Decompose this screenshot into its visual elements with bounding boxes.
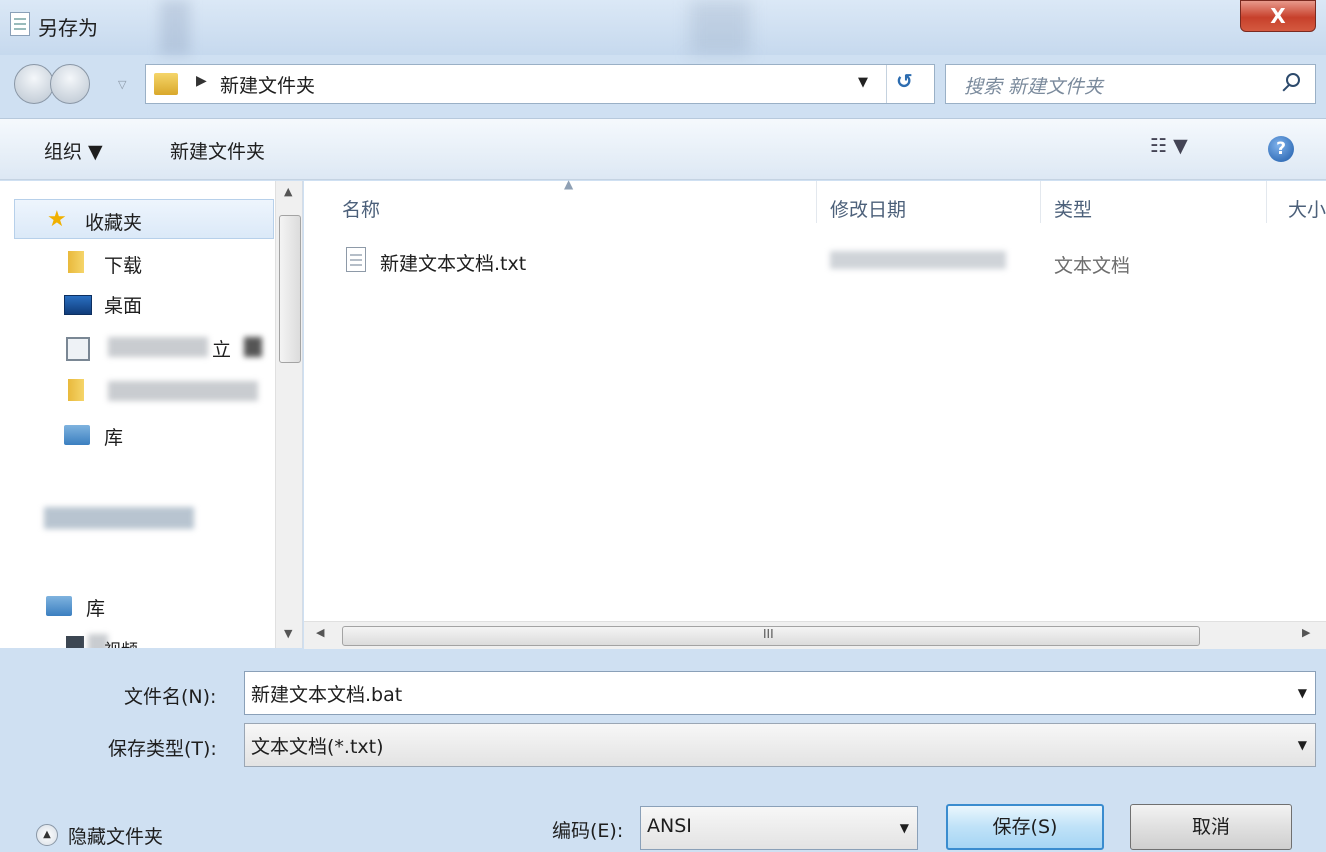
column-header-modified[interactable]: 修改日期: [830, 195, 906, 222]
navigation-pane: ★ 收藏夹 下载 桌面 立 库 库 视频 ▲ ▼: [0, 181, 303, 648]
downloads-folder-icon: [68, 251, 84, 273]
refresh-icon[interactable]: ↺: [896, 69, 913, 93]
sidebar-item-desktop[interactable]: 桌面: [0, 283, 275, 323]
desktop-icon: [64, 295, 92, 315]
horizontal-scrollbar[interactable]: ◀ III ▶: [304, 621, 1326, 649]
sidebar-item-label: 桌面: [104, 295, 143, 317]
scrollbar-thumb[interactable]: [279, 215, 301, 363]
filetype-label: 保存类型(T):: [108, 738, 217, 760]
sidebar-item-label: 视频: [104, 636, 138, 648]
filename-value[interactable]: 新建文本文档.bat: [251, 680, 402, 707]
hide-folders-link[interactable]: 隐藏文件夹: [68, 822, 163, 849]
scrollbar-thumb[interactable]: III: [342, 626, 1200, 646]
sidebar-item-label: 下载: [104, 255, 143, 277]
collapse-up-icon[interactable]: ▲: [36, 824, 58, 846]
search-placeholder: 搜索 新建文件夹: [964, 76, 1104, 98]
text-file-icon: [346, 247, 366, 272]
column-divider[interactable]: [1040, 181, 1041, 223]
help-icon[interactable]: ?: [1268, 136, 1294, 162]
close-button[interactable]: X: [1240, 0, 1316, 32]
file-list: ▲ 名称 修改日期 类型 大小 新建文本文档.txt 文本文档: [304, 177, 1326, 621]
sort-ascending-icon: ▲: [564, 177, 574, 191]
folder-icon: [154, 73, 178, 95]
redacted-item: [44, 505, 194, 531]
filetype-value: 文本文档(*.txt): [251, 736, 384, 758]
redacted-date: [830, 251, 1006, 269]
file-type: 文本文档: [1054, 255, 1131, 277]
scroll-right-icon[interactable]: ▶: [1302, 626, 1310, 639]
forward-button[interactable]: [50, 64, 90, 104]
scroll-down-icon[interactable]: ▼: [284, 627, 292, 640]
sidebar-scrollbar[interactable]: ▲ ▼: [275, 181, 302, 648]
video-icon: [66, 636, 84, 648]
scroll-up-icon[interactable]: ▲: [284, 185, 292, 198]
column-header-name[interactable]: 名称: [342, 195, 380, 222]
redacted-text: [44, 507, 194, 529]
recent-places-icon: [66, 337, 90, 361]
blurred-background: [160, 0, 190, 55]
encoding-label: 编码(E):: [552, 820, 624, 842]
column-divider[interactable]: [816, 181, 817, 223]
file-name: 新建文本文档.txt: [380, 253, 527, 275]
chevron-down-icon[interactable]: ▼: [858, 75, 868, 90]
filename-label: 文件名(N):: [124, 686, 217, 708]
encoding-select[interactable]: ANSI ▼: [640, 806, 918, 850]
sidebar-item-label: 立: [212, 339, 232, 361]
column-divider[interactable]: [1266, 181, 1267, 223]
sidebar-item-favorites[interactable]: ★ 收藏夹: [14, 199, 274, 239]
recent-pages-dropdown-icon[interactable]: ▽: [118, 78, 126, 91]
redacted-text: [244, 337, 262, 357]
back-button[interactable]: [14, 64, 54, 104]
cancel-button[interactable]: 取消: [1130, 804, 1292, 850]
sidebar-item-label: 收藏夹: [85, 212, 143, 234]
grip-icon: III: [763, 627, 774, 641]
filename-input[interactable]: 新建文本文档.bat ▼: [244, 671, 1316, 715]
blurred-background: [690, 0, 750, 55]
column-header-type[interactable]: 类型: [1054, 195, 1092, 222]
column-header-size[interactable]: 大小: [1288, 195, 1326, 222]
redacted-text: [108, 381, 258, 401]
notepad-icon: [10, 12, 30, 36]
divider: [886, 65, 887, 103]
chevron-right-icon[interactable]: ▶: [196, 73, 207, 89]
library-icon: [46, 596, 72, 616]
sidebar-item-videos[interactable]: 视频: [0, 626, 275, 648]
sidebar-item-folder[interactable]: [0, 371, 275, 411]
redacted-text: [108, 337, 208, 357]
chevron-down-icon[interactable]: ▼: [900, 821, 909, 835]
filetype-select[interactable]: 文本文档(*.txt) ▼: [244, 723, 1316, 767]
scroll-left-icon[interactable]: ◀: [316, 626, 324, 639]
sidebar-item-libraries[interactable]: 库: [0, 415, 275, 455]
window-title: 另存为: [38, 16, 98, 40]
save-button[interactable]: 保存(S): [946, 804, 1104, 850]
view-options-button[interactable]: ☷ ▼: [1150, 135, 1188, 157]
encoding-value: ANSI: [647, 815, 692, 837]
toolbar: 组织 ▼ 新建文件夹 ☷ ▼ ?: [0, 118, 1326, 180]
search-input[interactable]: 搜索 新建文件夹: [945, 64, 1316, 104]
sidebar-item-label: 库: [86, 598, 106, 620]
folder-icon: [68, 379, 84, 401]
address-bar[interactable]: ▶ 新建文件夹 ▼ ↺: [145, 64, 935, 104]
sidebar-item-label: 库: [104, 427, 124, 449]
search-icon[interactable]: [1286, 73, 1300, 87]
chevron-down-icon[interactable]: ▼: [1298, 738, 1307, 752]
chevron-down-icon[interactable]: ▼: [1298, 686, 1307, 700]
sidebar-item-downloads[interactable]: 下载: [0, 243, 275, 283]
organize-button[interactable]: 组织 ▼: [44, 137, 103, 164]
library-icon: [64, 425, 90, 445]
sidebar-item-libraries-root[interactable]: 库: [0, 586, 275, 626]
star-icon: ★: [47, 207, 67, 232]
address-path[interactable]: 新建文件夹: [220, 71, 315, 98]
sidebar-item-recent[interactable]: 立: [0, 327, 275, 367]
title-bar: 另存为 X: [0, 0, 1326, 55]
table-row[interactable]: 新建文本文档.txt 文本文档: [334, 241, 1294, 281]
new-folder-button[interactable]: 新建文件夹: [170, 137, 265, 164]
